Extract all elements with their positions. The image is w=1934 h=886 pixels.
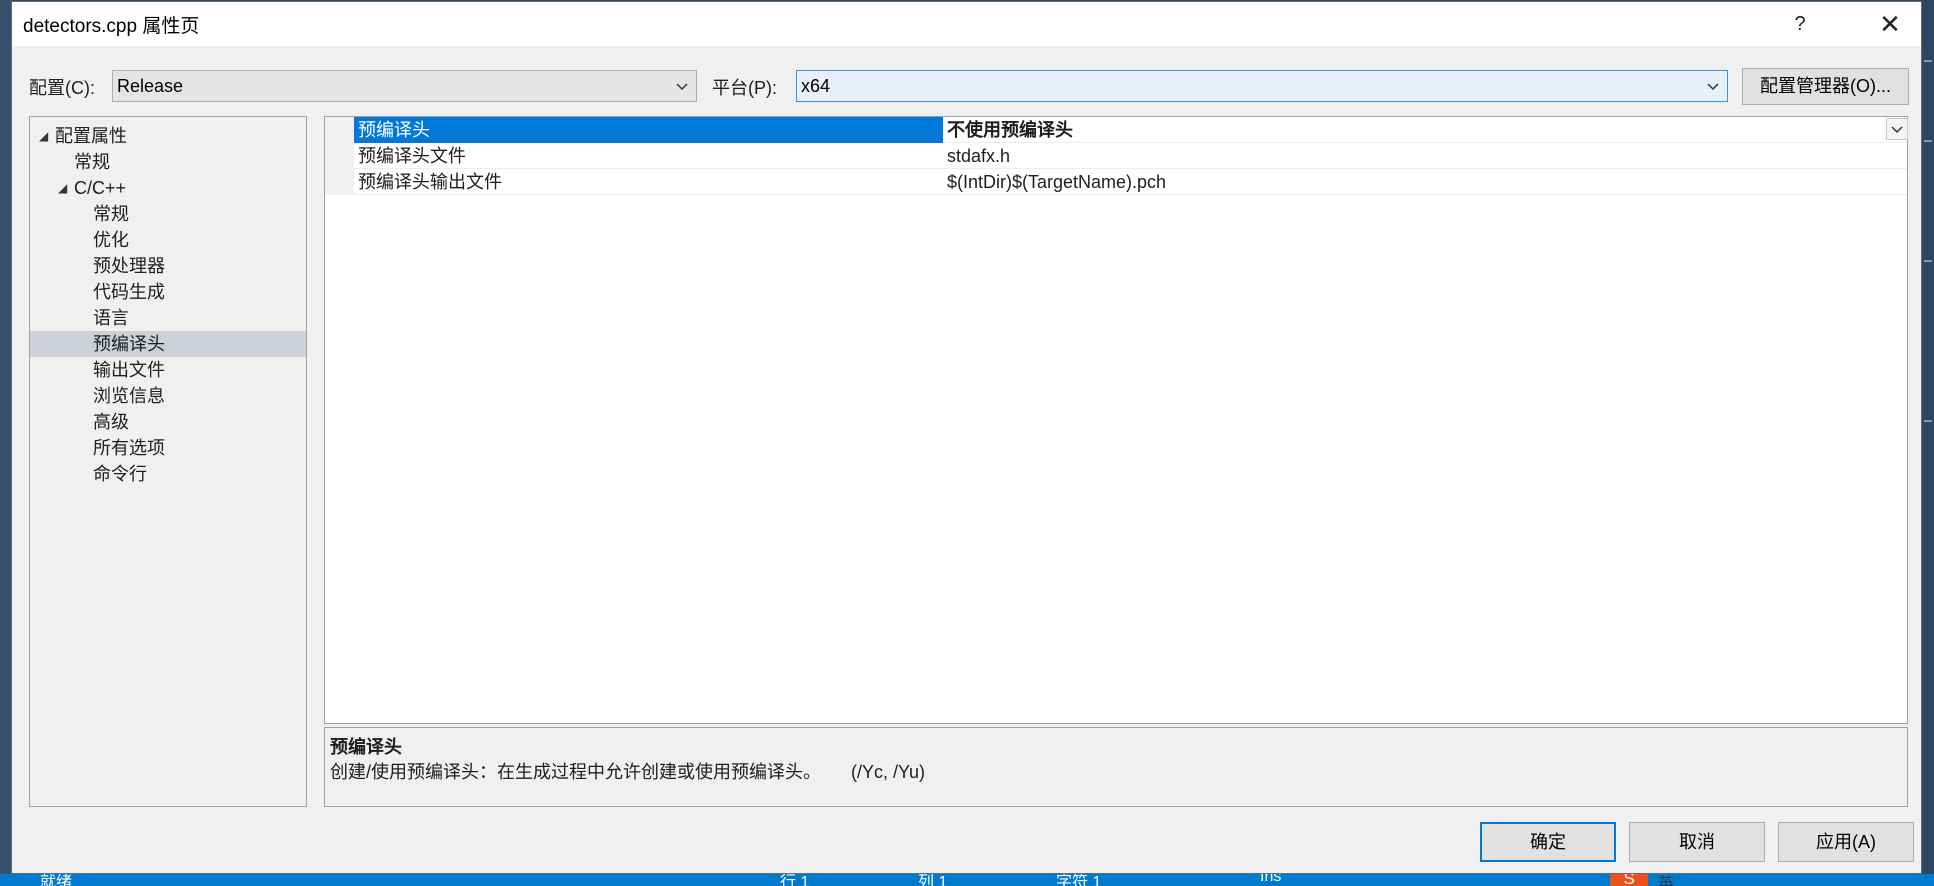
tree-item[interactable]: 常规 (30, 201, 306, 227)
property-value[interactable]: $(IntDir)$(TargetName).pch (943, 169, 1166, 195)
tree-item[interactable]: 所有选项 (30, 435, 306, 461)
background-mark (1924, 420, 1932, 422)
tree-item[interactable]: 常规 (30, 149, 306, 175)
chevron-down-icon (1891, 126, 1903, 134)
property-grid: 预编译头 不使用预编译头 预编译头文件 stdafx.h 预编译头输出文件 $(IntDi… (324, 116, 1908, 724)
config-manager-button[interactable]: 配置管理器(O)... (1742, 68, 1909, 105)
row-gutter (325, 143, 354, 169)
property-row[interactable]: 预编译头文件 stdafx.h (325, 143, 1907, 169)
cancel-button[interactable]: 取消 (1629, 822, 1765, 862)
tree-item[interactable]: 高级 (30, 409, 306, 435)
tree-item[interactable]: ◢ 配置属性 (30, 123, 306, 149)
tree-item-label: 常规 (93, 204, 129, 224)
tree-item-label: 语言 (93, 308, 129, 328)
status-char: 字符 1 (1056, 874, 1102, 886)
row-gutter (325, 169, 354, 195)
tree-item-label: 配置属性 (55, 126, 127, 146)
expand-arrow-icon[interactable]: ◢ (58, 175, 67, 201)
description-spacer (821, 762, 851, 782)
title-bar: detectors.cpp 属性页 ? ✕ (12, 2, 1921, 46)
property-row[interactable]: 预编译头 不使用预编译头 (325, 117, 1908, 143)
dialog-title: detectors.cpp 属性页 (23, 16, 200, 37)
description-body: 创建/使用预编译头：在生成过程中允许创建或使用预编译头。 (330, 762, 821, 782)
property-name[interactable]: 预编译头 (354, 117, 943, 143)
description-title: 预编译头 (330, 737, 402, 757)
background-window-left (0, 0, 11, 886)
tree-item[interactable]: 语言 (30, 305, 306, 331)
property-value[interactable]: stdafx.h (943, 143, 1010, 169)
chevron-down-icon (676, 83, 688, 91)
config-value: Release (117, 76, 184, 96)
apply-button[interactable]: 应用(A) (1778, 822, 1914, 862)
tree-item-label: 浏览信息 (93, 386, 165, 406)
platform-select[interactable]: x64 (796, 70, 1728, 102)
background-mark (1924, 60, 1932, 62)
tree-item-label: 命令行 (93, 464, 147, 484)
chevron-down-icon (1707, 83, 1719, 91)
value-dropdown-button[interactable] (1886, 118, 1908, 140)
config-select[interactable]: Release (112, 70, 697, 102)
tree-item[interactable]: 优化 (30, 227, 306, 253)
tree-item-label: 预处理器 (93, 256, 165, 276)
tree-item[interactable]: 预编译头 (30, 331, 306, 357)
background-window-right (1922, 0, 1934, 886)
row-gutter (325, 117, 354, 143)
description-switches: (/Yc, /Yu) (851, 762, 926, 782)
property-row[interactable]: 预编译头输出文件 $(IntDir)$(TargetName).pch (325, 169, 1907, 195)
description-text: 创建/使用预编译头：在生成过程中允许创建或使用预编译头。 (/Yc, /Yu) (330, 758, 925, 784)
desktop: 就绪 行 1 列 1 字符 1 Ins S 英 detectors.cpp 属性… (0, 0, 1934, 886)
close-button[interactable]: ✕ (1862, 2, 1918, 46)
background-mark (1924, 140, 1932, 142)
tree-item-label: 所有选项 (93, 438, 165, 458)
tree-item-label: 高级 (93, 412, 129, 432)
property-name[interactable]: 预编译头文件 (354, 143, 943, 169)
tree-item-label: 代码生成 (93, 282, 165, 302)
platform-value: x64 (801, 76, 831, 96)
tree-item-label: C/C++ (74, 178, 127, 198)
expand-arrow-icon[interactable]: ◢ (39, 123, 48, 149)
status-col: 列 1 (918, 874, 948, 886)
property-tree: ◢ 配置属性常规 ◢ C/C++ 常规优化预处理器代码生成语言预编译头输出文件浏览信息高… (29, 116, 307, 807)
tree-item-label: 优化 (93, 230, 129, 250)
tree-item-label: 常规 (74, 152, 110, 172)
status-ins: Ins (1260, 874, 1282, 885)
property-value[interactable]: 不使用预编译头 (943, 117, 1073, 143)
tree-item-label: 输出文件 (93, 360, 165, 380)
status-ready: 就绪 (40, 874, 73, 886)
tree-item[interactable]: ◢ C/C++ (30, 175, 306, 201)
tree-item[interactable]: 浏览信息 (30, 383, 306, 409)
status-line: 行 1 (780, 874, 810, 886)
tree-item-label: 预编译头 (93, 334, 165, 354)
help-button[interactable]: ? (1772, 2, 1828, 46)
config-label: 配置(C): (29, 78, 95, 98)
property-name[interactable]: 预编译头输出文件 (354, 169, 943, 195)
property-pages-dialog: detectors.cpp 属性页 ? ✕ 配置(C): Release 平台(… (11, 1, 1922, 874)
background-mark (1924, 260, 1932, 262)
tree-item[interactable]: 输出文件 (30, 357, 306, 383)
tree-item[interactable]: 命令行 (30, 461, 306, 487)
platform-label: 平台(P): (712, 78, 777, 98)
tree-item[interactable]: 预处理器 (30, 253, 306, 279)
ok-button[interactable]: 确定 (1480, 822, 1616, 862)
description-panel: 预编译头 创建/使用预编译头：在生成过程中允许创建或使用预编译头。 (/Yc, … (324, 727, 1908, 807)
tree-item[interactable]: 代码生成 (30, 279, 306, 305)
